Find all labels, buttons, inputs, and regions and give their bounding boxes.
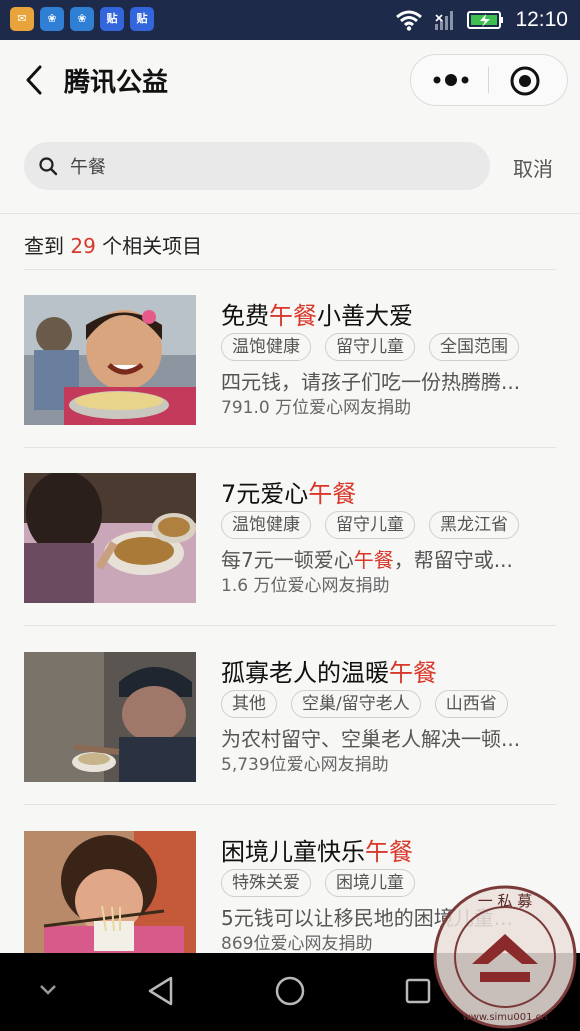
notification-icons: ✉ ❀ ❀ 贴 贴 [10,7,154,31]
svg-text:一 私 募: 一 私 募 [478,892,533,910]
project-thumbnail-girl-eating [24,295,196,425]
search-icon [39,157,58,176]
tag: 黑龙江省 [429,511,519,539]
divider [0,213,580,214]
search-query-text[interactable]: 午餐 [70,153,106,179]
donor-count: 1.6 万位爱心网友捐助 [221,576,390,596]
tag: 留守儿童 [325,333,415,361]
divider [24,625,556,626]
home-circle-icon[interactable] [274,975,306,1007]
project-description: 为农村留守、空巢老人解决一顿... [221,727,521,751]
status-bar: ✉ ❀ ❀ 贴 贴 12:10 [0,0,580,40]
result-count: 查到 29 个相关项目 [24,230,202,259]
tag-list: 温饱健康 留守儿童 全国范围 [221,333,519,361]
cancel-button[interactable]: 取消 [513,153,553,182]
project-title: 困境儿童快乐午餐 [221,838,413,866]
huawei-app-icon-2: ❀ [70,7,94,31]
tag: 全国范围 [429,333,519,361]
result-count-number: 29 [70,234,96,258]
project-item[interactable]: 免费午餐小善大爱 温饱健康 留守儿童 全国范围 四元钱，请孩子们吃一份热腾腾..… [0,270,580,448]
huawei-app-icon: ❀ [40,7,64,31]
project-item[interactable]: 7元爱心午餐 温饱健康 留守儿童 黑龙江省 每7元一顿爱心午餐，帮留守或... … [0,448,580,626]
project-description: 四元钱，请孩子们吃一份热腾腾... [221,370,521,394]
tieba-app-icon-2: 贴 [130,7,154,31]
donor-count: 5,739位爱心网友捐助 [221,755,389,775]
page-title: 腾讯公益 [64,68,169,98]
donor-count: 869位爱心网友捐助 [221,934,373,954]
wifi-icon [396,10,423,31]
project-thumbnail-elderly-man [24,652,196,782]
tag: 留守儿童 [325,511,415,539]
project-thumbnail-child-meal [24,473,196,603]
tag-list: 温饱健康 留守儿童 黑龙江省 [221,511,519,539]
back-arrow-icon[interactable] [22,64,46,96]
recent-apps-square-icon[interactable] [404,977,432,1005]
back-triangle-icon[interactable] [146,975,176,1007]
tag: 空巢/留守老人 [291,690,421,718]
search-input[interactable]: 午餐 [24,142,490,190]
project-title: 免费午餐小善大爱 [221,302,413,330]
tag-list: 特殊关爱 困境儿童 [221,869,415,897]
project-title: 孤寡老人的温暖午餐 [221,659,437,687]
watermark-seal-logo: 一 私 募 www.simu001.cn [433,885,577,1029]
clock: 12:10 [515,8,568,31]
tag: 特殊关爱 [221,869,311,897]
project-title: 7元爱心午餐 [221,480,357,508]
nav-bar: 腾讯公益 [0,40,580,120]
project-description: 每7元一顿爱心午餐，帮留守或... [221,548,513,572]
tieba-app-icon: 贴 [100,7,124,31]
tag-list: 其他 空巢/留守老人 山西省 [221,690,508,718]
battery-charging-icon [467,11,504,29]
tag: 山西省 [434,690,508,718]
result-count-prefix: 查到 [24,234,64,258]
tag: 温饱健康 [221,511,311,539]
divider [24,804,556,805]
tag: 困境儿童 [325,869,415,897]
close-target-icon[interactable] [509,65,541,97]
capsule-divider [488,67,489,93]
project-item[interactable]: 孤寡老人的温暖午餐 其他 空巢/留守老人 山西省 为农村留守、空巢老人解决一顿.… [0,627,580,805]
signal-icon [435,11,454,30]
svg-text:www.simu001.cn: www.simu001.cn [463,1012,548,1023]
donor-count: 791.0 万位爱心网友捐助 [221,398,412,418]
tag: 温饱健康 [221,333,311,361]
project-thumbnail-girl-noodles [24,831,196,961]
mini-program-capsule [410,54,568,106]
more-dots-icon[interactable] [429,65,473,95]
mail-app-icon: ✉ [10,7,34,31]
hide-nav-chevron-icon[interactable] [38,983,58,997]
tag: 其他 [221,690,277,718]
result-count-suffix: 个相关项目 [102,234,203,258]
